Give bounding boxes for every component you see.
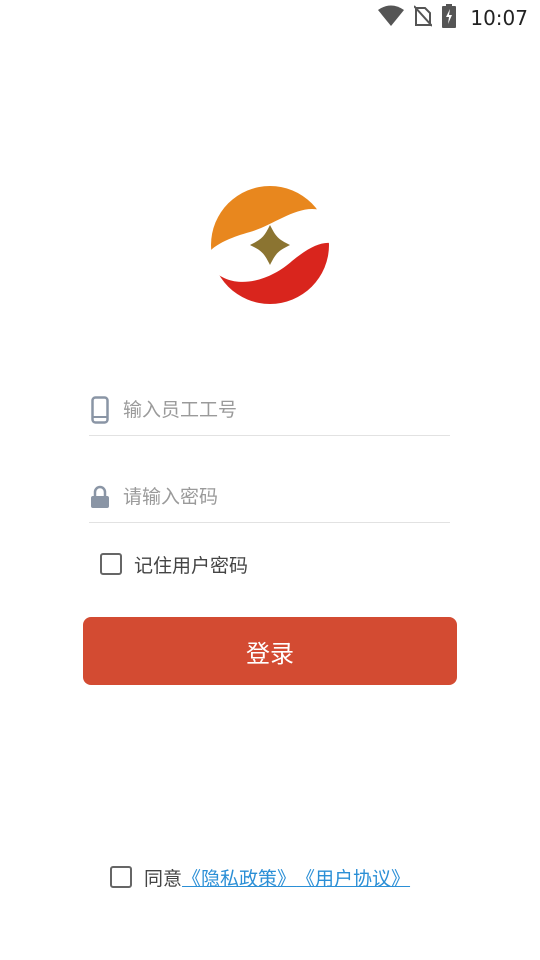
- agreement-prefix: 同意: [144, 867, 183, 890]
- agreement-checkbox[interactable]: [110, 866, 132, 888]
- login-button[interactable]: 登录: [83, 617, 457, 685]
- password-field: [89, 472, 450, 523]
- battery-charging-icon: [442, 4, 457, 32]
- employee-id-field: [89, 385, 450, 436]
- privacy-policy-link[interactable]: 《隐私政策》: [182, 864, 296, 891]
- coin-logo-icon: [211, 186, 329, 304]
- no-sim-icon: [413, 5, 434, 31]
- user-agreement-link[interactable]: 《用户协议》: [296, 864, 410, 891]
- remember-password-checkbox[interactable]: [100, 553, 122, 575]
- status-time: 10:07: [470, 6, 528, 30]
- remember-password-row[interactable]: 记住用户密码: [100, 548, 248, 580]
- password-input[interactable]: [123, 486, 423, 508]
- status-bar: 10:07: [0, 0, 540, 36]
- phone-icon: [89, 396, 111, 424]
- wifi-icon: [378, 5, 405, 31]
- status-icons: 10:07: [378, 4, 528, 32]
- employee-id-input[interactable]: [123, 399, 423, 421]
- lock-icon: [89, 483, 111, 511]
- agreement-row: 同意 《隐私政策》 《用户协议》: [110, 861, 410, 893]
- app-logo: [210, 185, 330, 305]
- remember-password-label: 记住用户密码: [134, 554, 249, 577]
